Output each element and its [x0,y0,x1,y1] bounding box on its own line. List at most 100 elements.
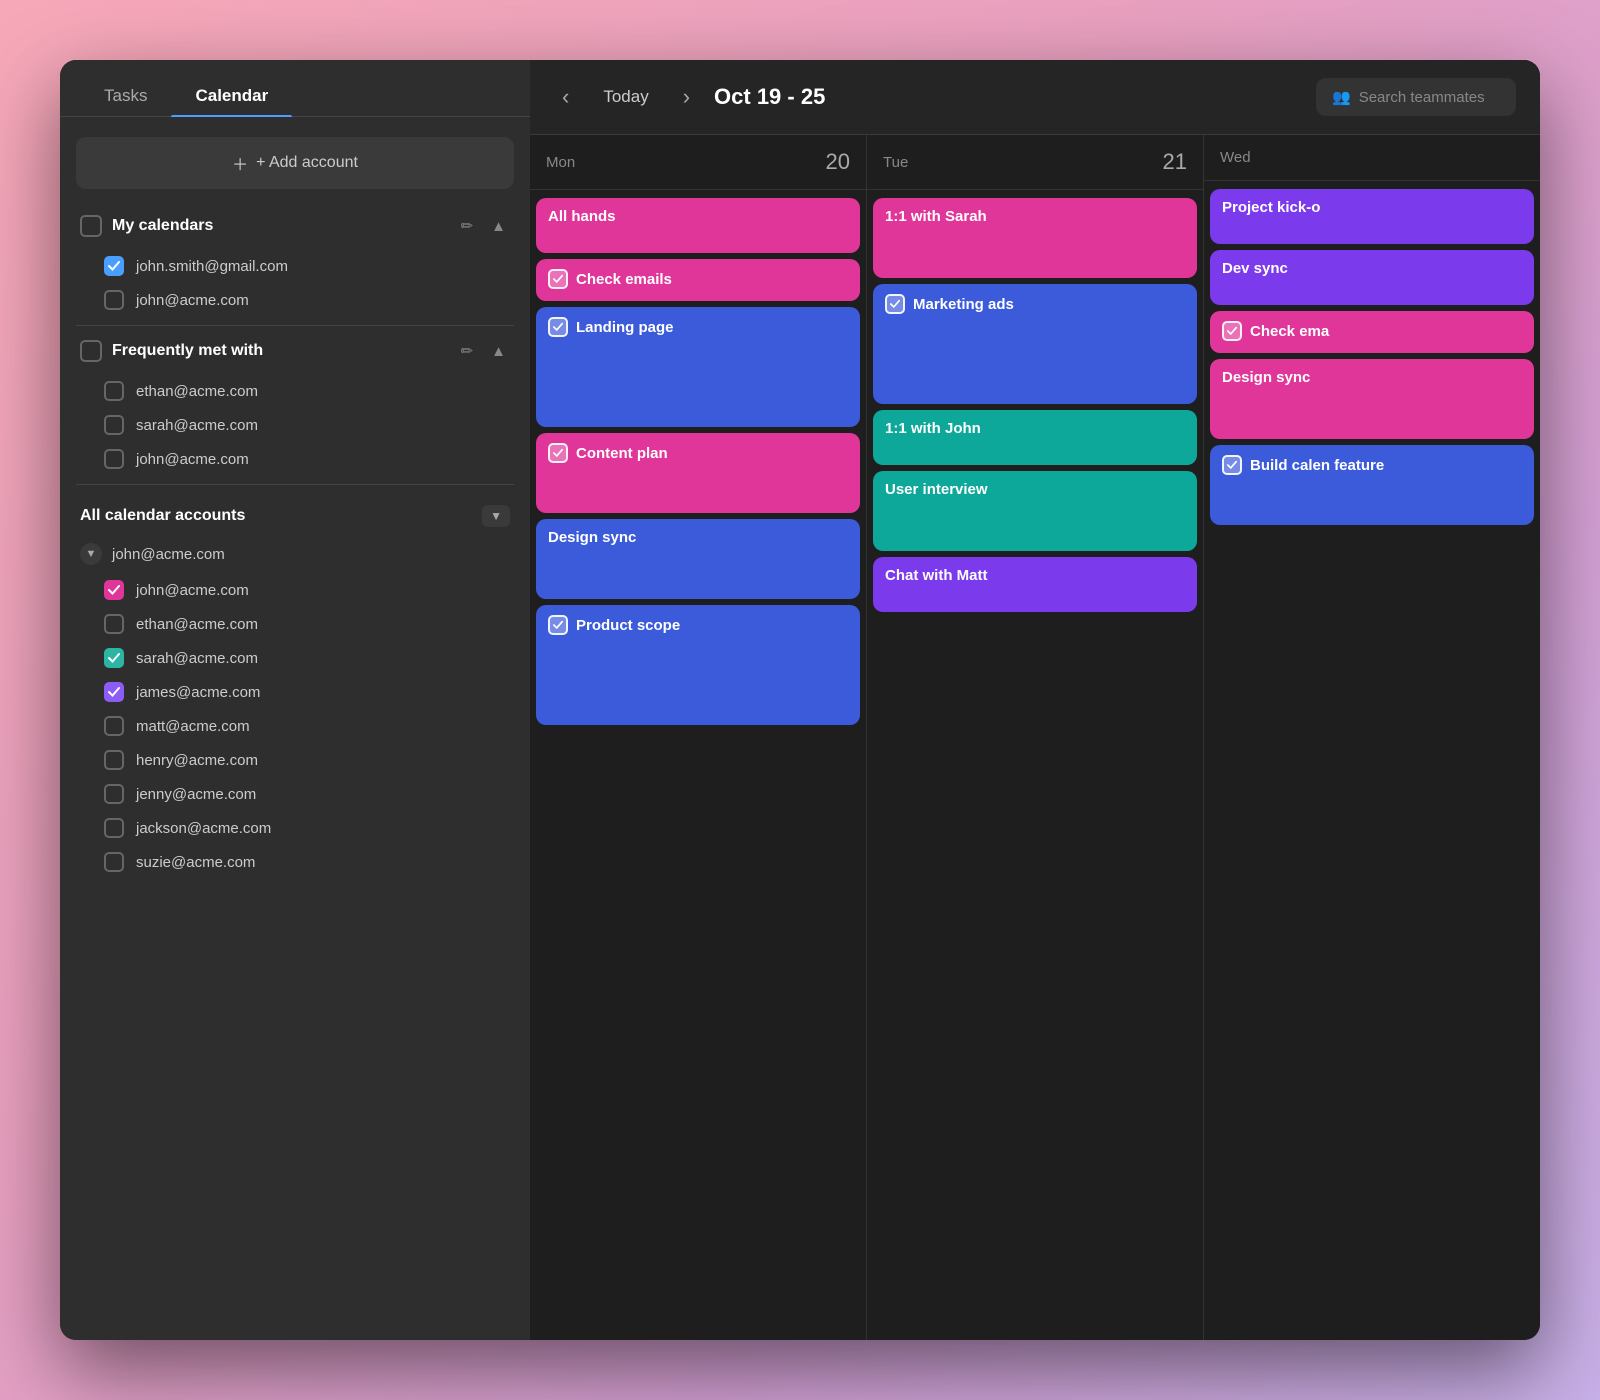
people-icon: 👥 [1332,88,1351,106]
day-number-mon: 20 [826,149,850,175]
day-name-mon: Mon [546,154,575,171]
my-calendars-title: My calendars [112,217,447,235]
account-member-checkbox-4[interactable] [104,716,124,736]
my-calendars-checkbox-1[interactable] [104,290,124,310]
event-project-kickoff[interactable]: Project kick-o [1210,189,1534,244]
event-user-interview[interactable]: User interview [873,471,1197,551]
frequently-met-checkbox[interactable] [80,340,102,362]
event-check-emails[interactable]: Check emails [536,259,860,301]
day-column-tue: Tue 21 1:1 with Sarah Mar [867,135,1204,1340]
account-member-email-2: sarah@acme.com [136,650,258,667]
my-calendars-checkbox[interactable] [80,215,102,237]
account-member-4[interactable]: matt@acme.com [76,709,514,743]
account-member-email-3: james@acme.com [136,684,260,701]
freq-checkbox-2[interactable] [104,449,124,469]
account-member-1[interactable]: ethan@acme.com [76,607,514,641]
event-label: User interview [885,481,988,498]
freq-checkbox-0[interactable] [104,381,124,401]
search-teammates-btn[interactable]: 👥 Search teammates [1316,78,1516,116]
calendar-grid: Mon 20 All hands Check em [530,135,1540,1340]
event-label: All hands [548,208,616,225]
my-calendars-header: My calendars ✏ ▲ [76,209,514,243]
event-label: Check emails [576,271,672,288]
frequently-met-title: Frequently met with [112,342,447,360]
event-1on1-sarah[interactable]: 1:1 with Sarah [873,198,1197,278]
account-member-checkbox-3[interactable] [104,682,124,702]
account-member-email-7: jackson@acme.com [136,820,271,837]
event-marketing-ads[interactable]: Marketing ads [873,284,1197,404]
frequently-met-section: Frequently met with ✏ ▲ ethan@acme.com s… [76,334,514,476]
frequently-met-collapse-btn[interactable]: ▲ [487,341,510,362]
add-account-button[interactable]: ＋ + Add account [76,137,514,189]
account-member-email-6: jenny@acme.com [136,786,256,803]
account-member-0[interactable]: john@acme.com [76,573,514,607]
my-calendars-collapse-btn[interactable]: ▲ [487,216,510,237]
event-label: Content plan [576,445,668,462]
account-member-checkbox-8[interactable] [104,852,124,872]
frequently-met-edit-btn[interactable]: ✏ [457,340,478,362]
account-member-6[interactable]: jenny@acme.com [76,777,514,811]
all-accounts-collapse-btn[interactable]: ▼ [482,505,510,527]
event-product-scope[interactable]: Product scope [536,605,860,725]
my-calendars-checkbox-0[interactable] [104,256,124,276]
next-btn[interactable]: › [675,80,698,114]
check-icon [1222,455,1242,475]
freq-email-2: john@acme.com [136,451,249,468]
sidebar: Tasks Calendar ＋ + Add account My calend… [60,60,530,1340]
frequently-met-row-0[interactable]: ethan@acme.com [76,374,514,408]
today-btn[interactable]: Today [593,81,658,113]
tab-calendar[interactable]: Calendar [171,76,292,116]
account-member-email-5: henry@acme.com [136,752,258,769]
account-member-3[interactable]: james@acme.com [76,675,514,709]
check-icon [548,615,568,635]
event-landing-page[interactable]: Landing page [536,307,860,427]
event-label: Landing page [576,319,674,336]
account-member-7[interactable]: jackson@acme.com [76,811,514,845]
event-design-sync-wed[interactable]: Design sync [1210,359,1534,439]
day-events-wed: Project kick-o Dev sync Check [1204,181,1540,1340]
account-member-checkbox-7[interactable] [104,818,124,838]
event-build-calen[interactable]: Build calen feature [1210,445,1534,525]
my-calendars-row-0[interactable]: john.smith@gmail.com [76,249,514,283]
account-member-checkbox-0[interactable] [104,580,124,600]
event-check-ema-wed[interactable]: Check ema [1210,311,1534,353]
prev-btn[interactable]: ‹ [554,80,577,114]
event-1on1-john[interactable]: 1:1 with John [873,410,1197,465]
event-dev-sync[interactable]: Dev sync [1210,250,1534,305]
account-member-checkbox-1[interactable] [104,614,124,634]
account-group-0: ▼ john@acme.com john@acme.com ethan@acme… [76,535,514,879]
account-group-chevron-0: ▼ [80,543,102,565]
account-member-checkbox-2[interactable] [104,648,124,668]
account-member-checkbox-6[interactable] [104,784,124,804]
event-content-plan[interactable]: Content plan [536,433,860,513]
tab-tasks[interactable]: Tasks [80,76,171,116]
event-label: 1:1 with John [885,420,981,437]
day-name-tue: Tue [883,154,908,171]
freq-checkbox-1[interactable] [104,415,124,435]
frequently-met-row-2[interactable]: john@acme.com [76,442,514,476]
freq-email-1: sarah@acme.com [136,417,258,434]
event-design-sync-mon[interactable]: Design sync [536,519,860,599]
event-label: Chat with Matt [885,567,988,584]
day-events-mon: All hands Check emails [530,190,866,1340]
calendar-header: ‹ Today › Oct 19 - 25 👥 Search teammates [530,60,1540,135]
frequently-met-header: Frequently met with ✏ ▲ [76,334,514,368]
day-column-wed: Wed Project kick-o Dev sync [1204,135,1540,1340]
event-label: Check ema [1250,323,1329,340]
account-group-header-0[interactable]: ▼ john@acme.com [76,535,514,573]
my-calendars-edit-btn[interactable]: ✏ [457,215,478,237]
account-member-2[interactable]: sarah@acme.com [76,641,514,675]
event-chat-matt[interactable]: Chat with Matt [873,557,1197,612]
event-all-hands[interactable]: All hands [536,198,860,253]
divider-2 [76,484,514,485]
my-calendars-email-0: john.smith@gmail.com [136,258,288,275]
frequently-met-row-1[interactable]: sarah@acme.com [76,408,514,442]
account-member-checkbox-5[interactable] [104,750,124,770]
my-calendars-row-1[interactable]: john@acme.com [76,283,514,317]
account-member-5[interactable]: henry@acme.com [76,743,514,777]
all-accounts-title: All calendar accounts [80,507,472,525]
account-member-8[interactable]: suzie@acme.com [76,845,514,879]
sidebar-content: ＋ + Add account My calendars ✏ ▲ john.sm… [60,117,530,1340]
account-member-email-8: suzie@acme.com [136,854,255,871]
account-member-email-0: john@acme.com [136,582,249,599]
